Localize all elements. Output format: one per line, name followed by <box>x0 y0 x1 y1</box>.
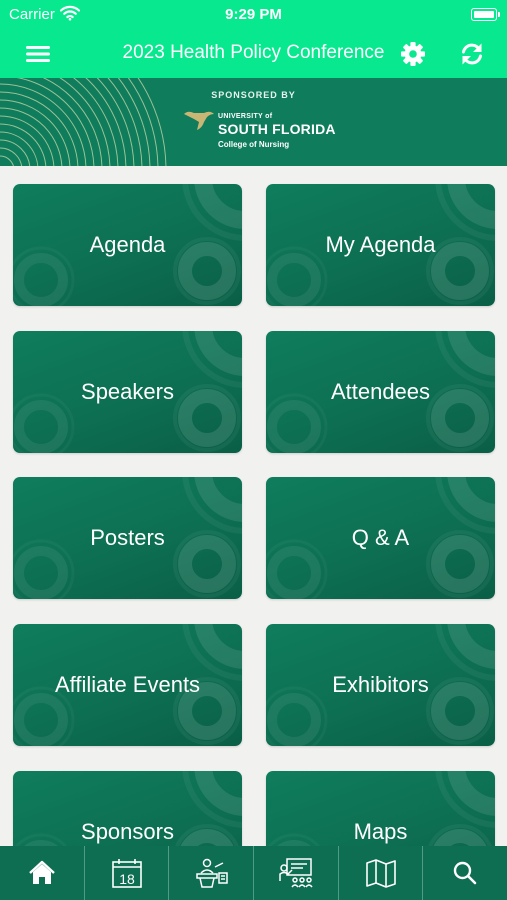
calendar-day: 18 <box>119 871 135 887</box>
university-name: SOUTH FLORIDA <box>218 121 336 137</box>
tile-label: Attendees <box>330 379 431 404</box>
tile-affiliate-events[interactable]: Affiliate Events <box>13 624 242 746</box>
page-title: 2023 Health Policy Conference <box>122 42 385 63</box>
tile-label: Q & A <box>351 525 410 550</box>
tile-attendees[interactable]: Attendees <box>266 331 495 453</box>
nav-bar: 2023 Health Policy Conference <box>0 30 507 78</box>
status-bar: Carrier 9:29 PM <box>0 0 507 30</box>
search-icon <box>453 861 477 885</box>
tile-label: Agenda <box>89 232 166 257</box>
status-time: 9:29 PM <box>225 6 282 23</box>
presentation-icon <box>279 858 313 888</box>
refresh-icon[interactable] <box>456 38 488 70</box>
tile-agenda[interactable]: Agenda <box>13 184 242 306</box>
college-label: College of Nursing <box>218 140 290 149</box>
tab-search[interactable] <box>422 846 507 900</box>
tile-label: My Agenda <box>325 232 436 257</box>
tab-presentations[interactable] <box>253 846 338 900</box>
tab-speakers[interactable] <box>168 846 253 900</box>
sponsor-banner[interactable]: SPONSORED BY UNIVERSITY of SOUTH FLORIDA… <box>0 78 507 166</box>
tab-calendar[interactable]: 18 <box>83 846 169 900</box>
tile-label: Posters <box>90 525 165 550</box>
gear-icon[interactable] <box>397 38 429 70</box>
calendar-icon: 18 <box>111 859 142 888</box>
home-icon <box>29 860 55 884</box>
tile-posters[interactable]: Posters <box>13 477 242 599</box>
tile-my-agenda[interactable]: My Agenda <box>266 184 495 306</box>
university-small-label: UNIVERSITY of <box>218 113 273 120</box>
tab-maps[interactable] <box>337 846 423 900</box>
tile-label: Maps <box>353 819 408 844</box>
tile-speakers[interactable]: Speakers <box>13 331 242 453</box>
map-icon <box>365 859 396 888</box>
usf-bull-logo-icon <box>184 111 214 130</box>
sponsored-by-label: SPONSORED BY <box>211 90 296 100</box>
tile-label: Exhibitors <box>332 672 429 697</box>
tile-label: Sponsors <box>81 819 174 844</box>
tile-label: Affiliate Events <box>54 672 201 697</box>
bottom-tab-bar: 18 <box>0 846 507 900</box>
tile-q-and-a[interactable]: Q & A <box>266 477 495 599</box>
battery-icon <box>471 8 500 21</box>
tile-exhibitors[interactable]: Exhibitors <box>266 624 495 746</box>
tab-home[interactable] <box>0 846 84 900</box>
speaker-podium-icon <box>196 858 228 888</box>
tile-label: Speakers <box>81 379 174 404</box>
